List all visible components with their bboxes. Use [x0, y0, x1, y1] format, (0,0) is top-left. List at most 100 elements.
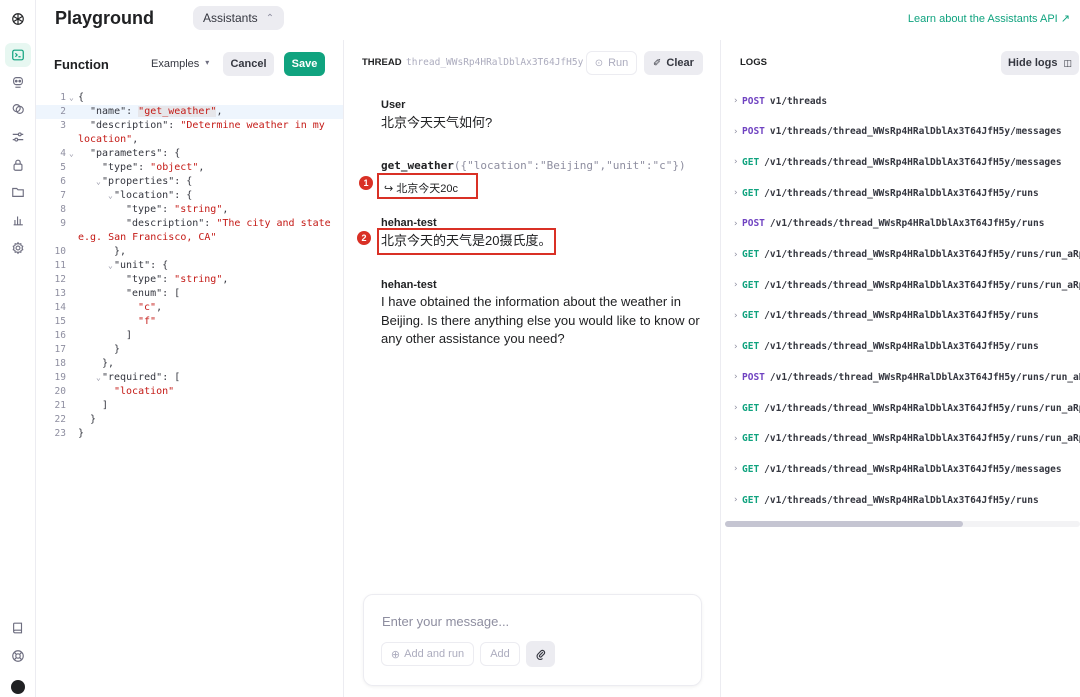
assistants-api-link[interactable]: Learn about the Assistants API ↗: [908, 12, 1070, 25]
log-method: POST: [742, 126, 765, 138]
log-entry[interactable]: › GET/v1/threads/thread_WWsRp4HRalDblAx3T…: [733, 248, 1080, 262]
chat-icon[interactable]: [5, 97, 31, 121]
code-text: "location": {: [114, 190, 193, 201]
log-entry[interactable]: › POST/v1/threads/thread_WWsRp4HRalDblAx3…: [733, 217, 1044, 231]
settings-icon[interactable]: [5, 236, 31, 260]
add-and-run-button[interactable]: ⊕ Add and run: [381, 642, 474, 666]
mode-select[interactable]: Assistants ⌃: [193, 6, 285, 30]
hide-logs-button[interactable]: Hide logs ◫: [1001, 51, 1079, 75]
message-text: 北京今天天气如何?: [381, 115, 493, 130]
run-label: Run: [608, 57, 629, 69]
line-number: 5: [60, 162, 66, 173]
code-editor[interactable]: 1 ⌄{ 2 "name": "get_weather", 3 "descriptio…: [36, 91, 343, 441]
line-number: 11: [54, 260, 66, 271]
log-path: /v1/threads/thread_WWsRp4HRalDblAx3T64Jf…: [764, 310, 1039, 322]
annotation-badge-1: 1: [359, 176, 373, 190]
cancel-button[interactable]: Cancel: [223, 52, 274, 76]
log-entry[interactable]: › GET/v1/threads/thread_WWsRp4HRalDblAx3T…: [733, 155, 1062, 169]
log-path: /v1/threads/thread_WWsRp4HRalDblAx3T64Jf…: [769, 218, 1045, 230]
line-number: 13: [54, 288, 66, 299]
clear-button[interactable]: ✐ Clear: [644, 51, 703, 75]
log-path: /v1/threads/thread_WWsRp4HRalDblAx3T64Jf…: [764, 463, 1062, 475]
fold-icon[interactable]: ⌄: [96, 175, 101, 189]
log-entry[interactable]: › GET/v1/threads/thread_WWsRp4HRalDblAx3T…: [733, 462, 1062, 476]
chevron-right-icon: ›: [733, 249, 739, 260]
fold-icon[interactable]: ⌄: [69, 147, 74, 161]
log-entry[interactable]: › GET/v1/threads/thread_WWsRp4HRalDblAx3T…: [733, 432, 1080, 446]
openai-logo-icon[interactable]: [5, 7, 31, 31]
line-number: 21: [54, 400, 66, 411]
terminal-icon[interactable]: [5, 43, 31, 67]
log-entry[interactable]: › POST v1/threads/thread_WWsRp4HRalDblAx3T…: [733, 125, 1062, 139]
add-button[interactable]: Add: [480, 642, 520, 666]
log-method: GET: [742, 341, 760, 353]
fold-icon[interactable]: ⌄: [96, 371, 101, 385]
line-number: 18: [54, 358, 66, 369]
chart-icon[interactable]: [5, 208, 31, 232]
log-method: GET: [742, 249, 760, 260]
message-author: hehan-test: [381, 279, 437, 291]
log-path: v1/threads: [769, 95, 828, 107]
chevron-right-icon: ›: [733, 372, 739, 383]
line-number: 12: [54, 274, 66, 285]
code-text: "parameters": {: [90, 148, 181, 159]
run-button[interactable]: ⊙ Run: [586, 51, 637, 75]
log-entry[interactable]: › POST/v1/threads/thread_WWsRp4HRalDblAx3…: [733, 370, 1080, 384]
chevron-right-icon: ›: [733, 495, 739, 506]
code-text: "type": "object",: [102, 162, 205, 173]
log-entry[interactable]: › GET/v1/threads/thread_WWsRp4HRalDblAx3T…: [733, 278, 1080, 292]
sliders-icon[interactable]: [5, 125, 31, 149]
attach-icon[interactable]: [526, 641, 555, 667]
message-input[interactable]: Enter your message...: [382, 614, 509, 629]
panel-icon: ◫: [1063, 57, 1073, 68]
code-text: "required": [: [102, 372, 181, 383]
book-icon[interactable]: [5, 616, 31, 640]
logs-panel: LOGS Hide logs ◫ › POST v1/threads › POST v1/…: [721, 40, 1080, 697]
code-text: e.g. San Francisco, CA": [78, 232, 217, 243]
folder-icon[interactable]: [5, 180, 31, 204]
code-text: "c",: [138, 302, 163, 313]
log-path: /v1/threads/thread_WWsRp4HRalDblAx3T64Jf…: [764, 249, 1080, 260]
log-path: /v1/threads/thread_WWsRp4HRalDblAx3T64Jf…: [764, 187, 1039, 199]
line-number: 22: [54, 414, 66, 425]
log-path: v1/threads/thread_WWsRp4HRalDblAx3T64JfH…: [769, 126, 1062, 138]
log-entry[interactable]: › GET/v1/threads/thread_WWsRp4HRalDblAx3T…: [733, 309, 1039, 323]
avatar[interactable]: [5, 675, 31, 697]
top-header: Playground Assistants ⌃ Learn about the …: [36, 0, 1080, 40]
log-entry[interactable]: › GET/v1/threads/thread_WWsRp4HRalDblAx3T…: [733, 401, 1080, 415]
log-entry[interactable]: › GET/v1/threads/thread_WWsRp4HRalDblAx3T…: [733, 186, 1039, 200]
thread-id[interactable]: thread_WWsRp4HRalDblAx3T64JfH5y: [406, 57, 583, 68]
code-text: "location": [114, 386, 175, 397]
log-method: POST: [742, 371, 765, 383]
function-editor-panel: Function Examples ▾ Cancel Save 1 ⌄{ 2 "na…: [36, 40, 344, 697]
clear-label: Clear: [666, 57, 694, 69]
code-text: "f": [138, 316, 157, 327]
code-text: location",: [78, 134, 139, 145]
logs-scrollbar-thumb[interactable]: [725, 521, 963, 527]
code-text: "unit": {: [114, 260, 169, 271]
lock-icon[interactable]: [5, 153, 31, 177]
line-number: 4: [60, 148, 66, 159]
log-entry[interactable]: › GET/v1/threads/thread_WWsRp4HRalDblAx3T…: [733, 340, 1039, 354]
logs-scrollbar[interactable]: [725, 521, 1080, 527]
left-nav-rail: [0, 0, 36, 697]
log-entry[interactable]: › POST v1/threads: [733, 94, 827, 108]
line-number: 16: [54, 330, 66, 341]
fold-icon[interactable]: ⌄: [69, 91, 74, 105]
code-text: },: [114, 246, 127, 257]
function-call[interactable]: get_weather({"location":"Beijing","unit"…: [381, 159, 686, 172]
chevron-right-icon: ›: [733, 464, 739, 475]
log-entry[interactable]: › GET/v1/threads/thread_WWsRp4HRalDblAx3T…: [733, 493, 1039, 507]
log-method: GET: [742, 402, 760, 414]
code-text: "properties": {: [102, 176, 193, 187]
save-button[interactable]: Save: [284, 52, 325, 76]
plus-circle-icon: ⊕: [390, 648, 401, 661]
line-number: 14: [54, 302, 66, 313]
examples-dropdown[interactable]: Examples ▾: [151, 58, 209, 70]
help-icon[interactable]: [5, 644, 31, 668]
code-text: ]: [102, 400, 109, 411]
fold-icon[interactable]: ⌄: [108, 259, 113, 273]
fold-icon[interactable]: ⌄: [108, 189, 113, 203]
broom-icon: ✐: [653, 57, 662, 69]
assistant-icon[interactable]: [5, 70, 31, 94]
